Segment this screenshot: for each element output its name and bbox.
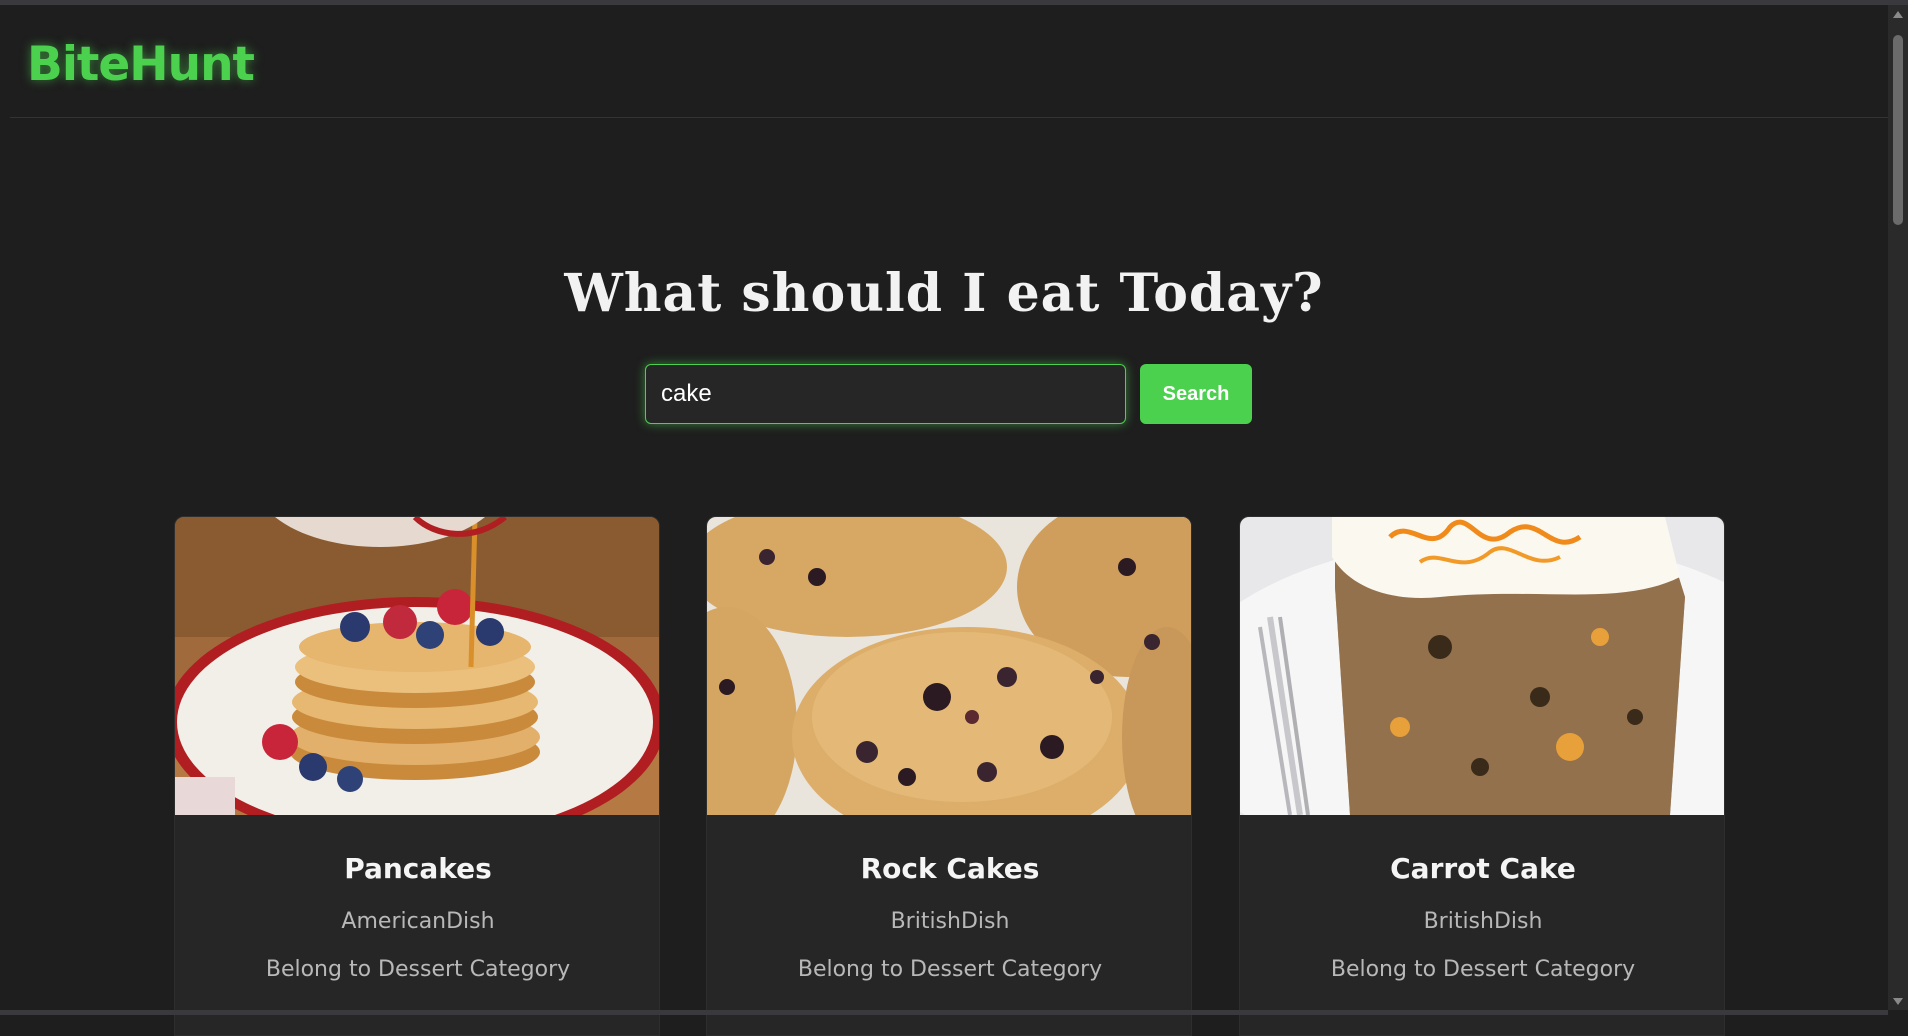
carrot-cake-image bbox=[1240, 517, 1724, 815]
meal-image-rock-cakes[interactable] bbox=[707, 517, 1191, 815]
meal-title[interactable]: Rock Cakes bbox=[707, 852, 1191, 885]
meal-title[interactable]: Pancakes bbox=[175, 852, 659, 885]
meal-category: Belong to Dessert Category bbox=[265, 957, 571, 982]
meal-image-pancakes[interactable] bbox=[175, 517, 659, 815]
scroll-down-arrow-icon[interactable] bbox=[1893, 998, 1903, 1005]
rock-cakes-image bbox=[707, 517, 1191, 815]
scroll-thumb[interactable] bbox=[1893, 35, 1903, 225]
app-root: BiteHunt What should I eat Today? Search bbox=[0, 5, 1888, 1036]
meal-card[interactable]: Carrot Cake BritishDish Belong to Desser… bbox=[1239, 516, 1725, 1036]
search-button[interactable]: Search bbox=[1140, 364, 1252, 424]
search-input[interactable] bbox=[645, 364, 1126, 424]
meal-image-carrot-cake[interactable] bbox=[1240, 517, 1724, 815]
meal-area: BritishDish bbox=[890, 909, 1010, 934]
vertical-scrollbar[interactable] bbox=[1888, 5, 1908, 1010]
meal-results: Pancakes AmericanDish Belong to Dessert … bbox=[174, 516, 1725, 1036]
hero-title: What should I eat Today? bbox=[564, 263, 1324, 324]
meal-card[interactable]: Pancakes AmericanDish Belong to Dessert … bbox=[174, 516, 660, 1036]
meal-category: Belong to Dessert Category bbox=[797, 957, 1103, 982]
window-bottom-border bbox=[0, 1010, 1888, 1015]
meal-title[interactable]: Carrot Cake bbox=[1240, 852, 1724, 885]
scroll-up-arrow-icon[interactable] bbox=[1893, 11, 1903, 18]
meal-card[interactable]: Rock Cakes BritishDish Belong to Dessert… bbox=[706, 516, 1192, 1036]
search-bar: Search bbox=[645, 364, 1253, 424]
pancakes-image bbox=[175, 517, 659, 815]
navbar: BiteHunt bbox=[10, 5, 1888, 118]
meal-area: AmericanDish bbox=[341, 909, 495, 934]
meal-area: BritishDish bbox=[1423, 909, 1543, 934]
brand-logo[interactable]: BiteHunt bbox=[27, 37, 255, 92]
meal-category: Belong to Dessert Category bbox=[1330, 957, 1636, 982]
